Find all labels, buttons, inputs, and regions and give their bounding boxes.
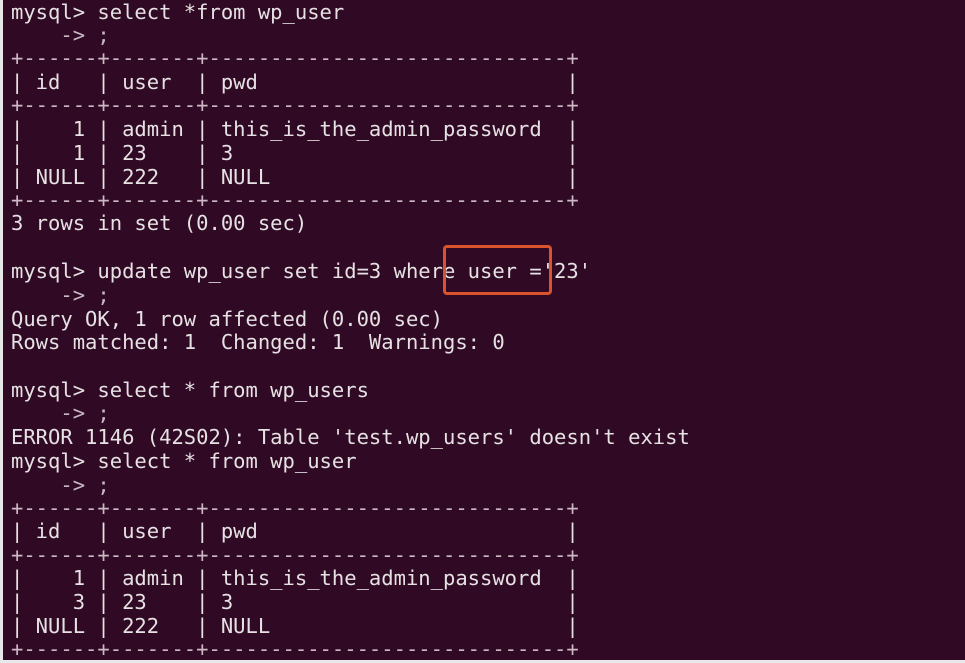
- table-row: | 1 | 23 | 3 |: [11, 141, 579, 165]
- table-border: +------+-------+------------------------…: [11, 637, 579, 661]
- table-header: | id | user | pwd |: [11, 519, 579, 543]
- table-row: | 3 | 23 | 3 |: [11, 590, 579, 614]
- table-row: | NULL | 222 | NULL |: [11, 614, 579, 638]
- result-summary: 3 rows in set (0.00 sec): [11, 211, 308, 235]
- table-row: | 1 | admin | this_is_the_admin_password…: [11, 117, 579, 141]
- error-message: ERROR 1146 (42S02): Table 'test.wp_users…: [11, 425, 690, 449]
- table-border: +------+-------+------------------------…: [11, 188, 579, 212]
- highlight-annotation-box: [443, 245, 552, 295]
- table-row: | NULL | 222 | NULL |: [11, 165, 579, 189]
- command-line: mysql> select *from wp_user: [11, 0, 345, 24]
- query-stats: Rows matched: 1 Changed: 1 Warnings: 0: [11, 330, 505, 354]
- table-border: +------+-------+------------------------…: [11, 496, 579, 520]
- terminal-window[interactable]: mysql> select *from wp_user -> ; +------…: [0, 0, 965, 663]
- query-result: Query OK, 1 row affected (0.00 sec): [11, 307, 443, 331]
- continuation-line: -> ;: [11, 283, 110, 307]
- table-row: | 1 | admin | this_is_the_admin_password…: [11, 566, 579, 590]
- command-line: mysql> select * from wp_user: [11, 449, 357, 473]
- table-border: +------+-------+------------------------…: [11, 543, 579, 567]
- table-border: +------+-------+------------------------…: [11, 46, 579, 70]
- continuation-line: -> ;: [11, 401, 110, 425]
- continuation-line: -> ;: [11, 473, 110, 497]
- continuation-line: -> ;: [11, 23, 110, 47]
- table-border: +------+-------+------------------------…: [11, 93, 579, 117]
- table-header: | id | user | pwd |: [11, 70, 579, 94]
- command-line: mysql> select * from wp_users: [11, 378, 369, 402]
